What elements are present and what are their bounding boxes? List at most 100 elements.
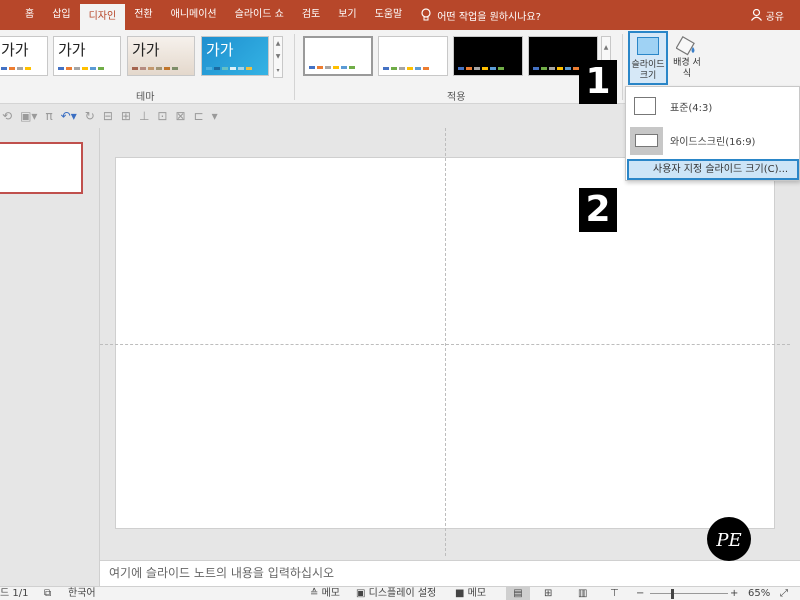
slide-count: 드 1/1 (0, 588, 29, 599)
align-bottom-icon[interactable]: ⊥ (139, 109, 149, 123)
slideshow-icon[interactable]: ⊤ (610, 587, 619, 600)
zoom-level[interactable]: 65% (748, 587, 770, 600)
tab-transitions[interactable]: 전환 (125, 0, 161, 30)
theme-thumb-2[interactable]: 가가 (53, 36, 121, 76)
theme-color-bars (1, 67, 31, 70)
menu-bar: 홈 삽입 디자인 전환 애니메이션 슬라이드 쇼 검토 보기 도움말 어떤 작업… (0, 0, 800, 30)
theme-color-bars (206, 67, 252, 70)
notes-icon: ≙ (310, 588, 322, 599)
tab-view[interactable]: 보기 (329, 0, 365, 30)
group-icon[interactable]: ⊡ (157, 109, 167, 123)
zoom-slider[interactable] (650, 593, 728, 594)
tab-slideshow[interactable]: 슬라이드 쇼 (226, 0, 293, 30)
zoom-in-icon[interactable]: + (730, 587, 738, 600)
tell-me-text: 어떤 작업을 원하시나요? (437, 11, 541, 23)
slide-size-icon (637, 37, 659, 55)
variant-color-bars (533, 67, 579, 70)
spell-check-icon[interactable]: ⟲ (2, 109, 12, 123)
tab-design[interactable]: 디자인 (79, 4, 126, 30)
format-background-label: 배경 서식 (673, 58, 701, 79)
scroll-up-icon[interactable]: ▲ (604, 44, 609, 51)
logo-text: PE (715, 530, 741, 551)
variant-color-bars (383, 67, 429, 70)
widescreen-ratio-icon (635, 134, 658, 147)
theme-thumb-3[interactable]: 가가 (127, 36, 195, 76)
display-icon: ▣ (356, 588, 369, 599)
tab-home[interactable]: 홈 (16, 0, 43, 30)
tab-insert[interactable]: 삽입 (43, 0, 79, 30)
theme-thumb-text: 가가 (132, 41, 160, 59)
logo-mark: PE (715, 530, 741, 551)
variant-color-bars (309, 66, 355, 69)
paint-bucket-icon (676, 35, 695, 56)
variant-thumb-3[interactable] (453, 36, 523, 76)
notes-toggle[interactable]: ≙ 메모 (310, 587, 340, 600)
widescreen-size-option[interactable]: 와이드스크린(16:9) (626, 123, 799, 157)
vertical-guide[interactable] (445, 128, 446, 556)
scroll-down-icon[interactable]: ▼ (276, 53, 281, 60)
theme-thumb-text: 가가 (58, 41, 86, 59)
reading-view-icon[interactable]: ▥ (578, 587, 587, 600)
person-icon (750, 9, 762, 21)
display-settings[interactable]: ▣ 디스플레이 설정 (356, 587, 436, 600)
variant-color-bars (458, 67, 504, 70)
tell-me-box[interactable]: 어떤 작업을 원하시나요? (421, 8, 541, 23)
format-background-button[interactable]: 배경 서식 (672, 31, 702, 85)
status-bar: 드 1/1 ⧉ 한국어 ≙ 메모 ▣ 디스플레이 설정 ■ 메모 ▤ ⊞ ▥ ⊤… (0, 586, 800, 600)
ribbon-separator (294, 34, 295, 100)
theme-thumb-4[interactable]: 가가 (201, 36, 269, 76)
customize-toolbar-icon[interactable]: ▾ (212, 109, 218, 123)
fit-to-window-icon[interactable]: ⤢ (780, 587, 788, 600)
scroll-up-icon[interactable]: ▲ (276, 40, 281, 47)
equation-icon[interactable]: π (45, 109, 52, 123)
language[interactable]: 한국어 (68, 587, 96, 600)
align-icon[interactable]: ⊟ (103, 109, 113, 123)
share-label: 공유 (765, 11, 784, 23)
notes-pane[interactable]: 여기에 슬라이드 노트의 내용을 입력하십시오 (100, 560, 800, 586)
lightbulb-icon (421, 8, 431, 21)
variants-group-label: 적용 (447, 92, 466, 103)
theme-color-bars (58, 67, 104, 70)
theme-gallery-scroll[interactable]: ▲ ▼ ▾ (273, 36, 283, 78)
redo-icon[interactable]: ↻ (85, 109, 95, 123)
accessibility-icon[interactable]: ⧉ (44, 587, 51, 600)
tab-review[interactable]: 검토 (293, 0, 329, 30)
standard-ratio-icon (634, 97, 656, 115)
share-button[interactable]: 공유 (750, 0, 784, 30)
widescreen-size-label: 와이드스크린(16:9) (670, 137, 756, 148)
comments-label: 메모 (467, 588, 487, 599)
themes-group-label: 테마 (136, 92, 155, 103)
zoom-slider-thumb[interactable] (671, 589, 674, 599)
slide-size-button[interactable]: 슬라이드 크기 (628, 31, 668, 85)
more-icon[interactable]: ▾ (276, 67, 279, 74)
notes-label: 메모 (321, 588, 340, 599)
tab-help[interactable]: 도움말 (366, 0, 412, 30)
slide-sorter-icon[interactable]: ⊞ (544, 587, 552, 600)
custom-slide-size-option[interactable]: 사용자 지정 슬라이드 크기(C)... (627, 159, 799, 180)
theme-thumb-office[interactable]: 가가 (0, 36, 48, 76)
picture-icon[interactable]: ▣▾ (20, 109, 37, 123)
send-back-icon[interactable]: ⊏ (194, 109, 204, 123)
tab-animations[interactable]: 애니메이션 (162, 0, 226, 30)
standard-size-option[interactable]: 표준(4:3) (626, 89, 799, 123)
slide-thumbnail-1[interactable] (0, 142, 83, 194)
display-settings-label: 디스플레이 설정 (368, 588, 437, 599)
normal-view-icon[interactable]: ▤ (506, 587, 530, 600)
horizontal-guide[interactable] (100, 344, 790, 345)
zoom-out-icon[interactable]: − (636, 587, 644, 600)
theme-thumb-text: 가가 (206, 41, 234, 59)
ribbon-separator (622, 34, 623, 100)
comments-toggle[interactable]: ■ 메모 (455, 587, 486, 600)
undo-icon[interactable]: ↶▾ (61, 109, 77, 123)
theme-color-bars (132, 67, 178, 70)
step-2-callout: 2 (579, 188, 617, 232)
watermark-logo: PE (707, 517, 751, 561)
theme-thumb-text: 가가 (1, 41, 29, 59)
distribute-icon[interactable]: ⊞ (121, 109, 131, 123)
arrange-icon[interactable]: ⊠ (175, 109, 185, 123)
variant-thumb-2[interactable] (378, 36, 448, 76)
comment-icon: ■ (455, 588, 468, 599)
quick-access-toolbar: ⟲ ▣▾ π ↶▾ ↻ ⊟ ⊞ ⊥ ⊡ ⊠ ⊏ ▾ (0, 105, 628, 127)
variant-thumb-1[interactable] (303, 36, 373, 76)
slide-size-label: 슬라이드 크기 (631, 60, 665, 81)
